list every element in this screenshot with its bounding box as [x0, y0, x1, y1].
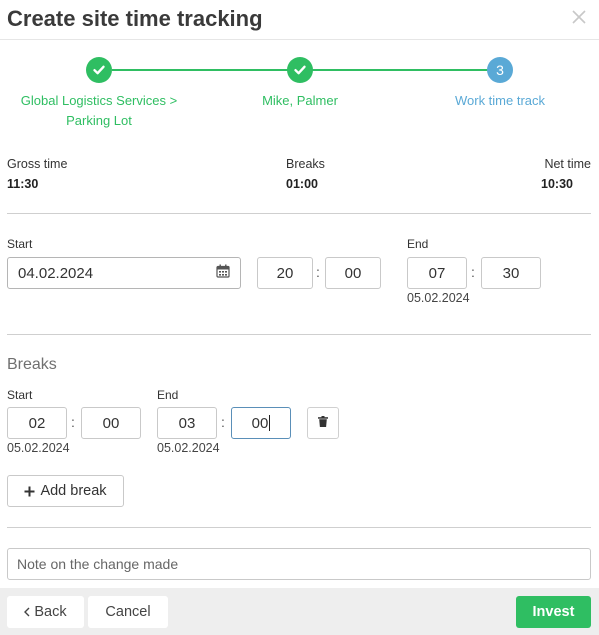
break-end-hour-input[interactable]: 03 — [157, 407, 217, 439]
time-separator: : — [471, 264, 475, 280]
break-start-minute-input[interactable]: 00 — [81, 407, 141, 439]
close-icon[interactable] — [571, 9, 587, 25]
step-2-check-icon — [287, 57, 313, 83]
break-end-date-text: 05.02.2024 — [157, 441, 220, 455]
step-3-number: 3 — [487, 57, 513, 83]
start-date-input[interactable]: 04.02.2024 — [7, 257, 241, 289]
chevron-left-icon — [24, 607, 30, 617]
add-break-label: Add break — [40, 483, 107, 499]
breaks-section-title: Breaks — [7, 356, 57, 373]
dialog-title: Create site time tracking — [7, 6, 263, 31]
gross-time-label: Gross time — [7, 157, 68, 171]
gross-time-value: 11:30 — [7, 177, 39, 191]
trash-icon — [318, 414, 328, 432]
delete-break-button[interactable] — [307, 407, 339, 439]
step-1-label: Global Logistics Services > Parking Lot — [9, 91, 189, 131]
end-date-text: 05.02.2024 — [407, 291, 470, 305]
divider — [7, 334, 591, 335]
start-minute-input[interactable]: 00 — [325, 257, 381, 289]
time-separator: : — [316, 264, 320, 280]
step-1-label-line1: Global Logistics Services > — [20, 93, 178, 108]
add-break-button[interactable]: Add break — [7, 475, 124, 507]
break-start-date-text: 05.02.2024 — [7, 441, 70, 455]
dialog-footer: Back Cancel Invest — [0, 588, 599, 635]
step-2-label: Mike, Palmer — [262, 93, 338, 108]
break-start-hour-input[interactable]: 02 — [7, 407, 67, 439]
break-start-label: Start — [7, 388, 33, 402]
divider — [7, 527, 591, 528]
time-separator: : — [221, 414, 225, 430]
end-hour-input[interactable]: 07 — [407, 257, 467, 289]
step-1-check-icon — [86, 57, 112, 83]
break-end-label: End — [157, 388, 179, 402]
plus-icon — [24, 486, 35, 497]
step-connector — [112, 69, 288, 71]
break-end-minute-input[interactable]: 00 — [231, 407, 291, 439]
step-connector — [312, 69, 488, 71]
time-separator: : — [71, 414, 75, 430]
calendar-icon[interactable] — [216, 264, 230, 282]
net-time-value: 10:30 — [541, 177, 573, 191]
dialog-header: Create site time tracking — [0, 0, 599, 40]
invest-button[interactable]: Invest — [516, 596, 591, 628]
divider — [7, 213, 591, 214]
cancel-button[interactable]: Cancel — [88, 596, 168, 628]
start-hour-input[interactable]: 20 — [257, 257, 313, 289]
step-1-label-line2: Parking Lot — [66, 113, 132, 128]
start-date-value: 04.02.2024 — [18, 264, 94, 282]
note-input[interactable]: Note on the change made — [7, 548, 591, 580]
end-minute-input[interactable]: 30 — [481, 257, 541, 289]
breaks-value: 01:00 — [286, 177, 318, 191]
net-time-label: Net time — [544, 157, 591, 171]
end-label: End — [407, 237, 429, 251]
note-placeholder: Note on the change made — [17, 556, 179, 572]
text-cursor — [269, 415, 271, 431]
start-label: Start — [7, 237, 33, 251]
back-label: Back — [34, 604, 67, 620]
breaks-label: Breaks — [286, 157, 325, 171]
step-3-label: Work time track — [454, 93, 546, 108]
break-end-minute-value: 00 — [251, 414, 269, 432]
back-button[interactable]: Back — [7, 596, 84, 628]
